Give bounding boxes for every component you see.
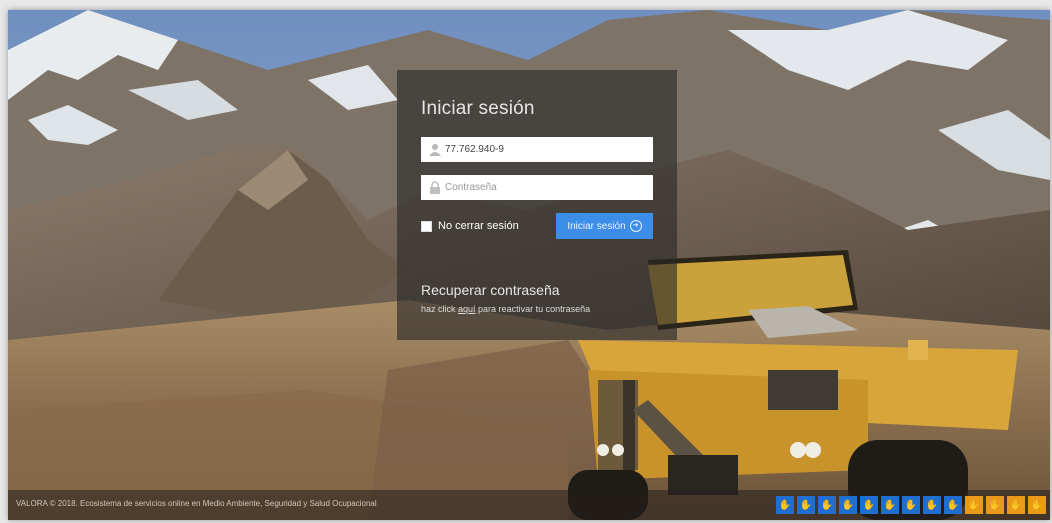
username-field[interactable] xyxy=(421,137,653,162)
hand-icon-orange-1[interactable]: ✋ xyxy=(965,496,983,514)
login-title: Iniciar sesión xyxy=(421,98,535,119)
footer-bar: VALORA © 2018. Ecosistema de servicios o… xyxy=(8,490,1050,520)
password-input[interactable] xyxy=(445,175,645,200)
hand-icon-orange-3[interactable]: ✋ xyxy=(1007,496,1025,514)
hand-icon-2[interactable]: ✋ xyxy=(797,496,815,514)
lock-icon xyxy=(430,181,440,194)
login-button[interactable]: Iniciar sesión ➜ xyxy=(556,213,653,239)
login-page: Iniciar sesión No cerrar sesión Iniciar … xyxy=(8,10,1050,520)
username-input[interactable] xyxy=(445,137,645,162)
recover-link[interactable]: aquí xyxy=(458,304,476,314)
hand-icon-5[interactable]: ✋ xyxy=(860,496,878,514)
hand-icon-7[interactable]: ✋ xyxy=(902,496,920,514)
user-icon xyxy=(429,144,441,156)
recover-title: Recuperar contraseña xyxy=(421,282,560,298)
arrow-circle-right-icon: ➜ xyxy=(629,220,642,232)
recover-prefix: haz click xyxy=(421,304,459,314)
hand-icon-6[interactable]: ✋ xyxy=(881,496,899,514)
hand-icon-1[interactable]: ✋ xyxy=(776,496,794,514)
footer-copyright: VALORA © 2018. Ecosistema de servicios o… xyxy=(16,499,377,508)
remember-label: No cerrar sesión xyxy=(438,220,519,232)
recover-text: haz click aquí para reactivar tu contras… xyxy=(421,304,655,314)
login-panel: Iniciar sesión No cerrar sesión Iniciar … xyxy=(397,70,677,340)
login-button-label: Iniciar sesión xyxy=(567,220,626,232)
login-actions-row: No cerrar sesión Iniciar sesión ➜ xyxy=(421,213,653,239)
remember-me[interactable]: No cerrar sesión xyxy=(421,220,519,232)
hand-icon-orange-4[interactable]: ✋ xyxy=(1028,496,1046,514)
hand-icon-9[interactable]: ✋ xyxy=(944,496,962,514)
hand-icon-4[interactable]: ✋ xyxy=(839,496,857,514)
password-field[interactable] xyxy=(421,175,653,200)
hand-icon-8[interactable]: ✋ xyxy=(923,496,941,514)
footer-icon-tray: ✋ ✋ ✋ ✋ ✋ ✋ ✋ ✋ ✋ ✋ ✋ ✋ ✋ xyxy=(776,496,1046,514)
hand-icon-3[interactable]: ✋ xyxy=(818,496,836,514)
remember-checkbox[interactable] xyxy=(421,220,432,232)
hand-icon-orange-2[interactable]: ✋ xyxy=(986,496,1004,514)
recover-suffix: para reactivar tu contraseña xyxy=(475,304,591,314)
